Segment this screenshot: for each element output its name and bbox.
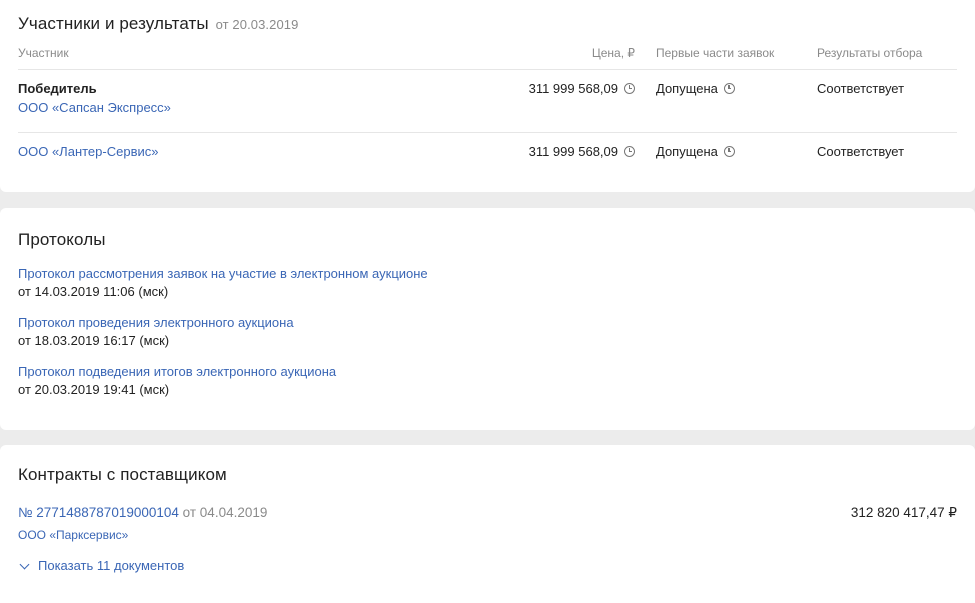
list-item: Протокол рассмотрения заявок на участие …: [18, 265, 957, 301]
protocol-date: от 18.03.2019 16:17 (мск): [18, 333, 170, 348]
price-value: 311 999 568,09: [528, 81, 618, 96]
clock-icon[interactable]: [624, 83, 635, 94]
contract-sum: 312 820 417,47 ₽: [850, 505, 957, 520]
header-results: Результаты отбора: [817, 46, 923, 60]
price-cell: 311 999 568,09: [529, 81, 635, 96]
clock-icon[interactable]: [624, 146, 635, 157]
show-documents-label: Показать 11 документов: [38, 558, 185, 573]
clock-icon[interactable]: [723, 146, 735, 157]
protocols-card: Протоколы Протокол рассмотрения заявок н…: [0, 208, 975, 430]
participant-link[interactable]: ООО «Сапсан Экспресс»: [18, 100, 171, 115]
participants-table-header: Участник Цена, ₽ Первые части заявок Рез…: [18, 46, 957, 70]
result-cell: Соответствует: [817, 144, 905, 159]
participant-cell: ООО «Лантер-Сервис»: [18, 144, 158, 159]
chevron-down-icon: [19, 559, 30, 569]
first-part-cell: Допущена: [656, 81, 735, 96]
participants-table: Участник Цена, ₽ Первые части заявок Рез…: [18, 46, 957, 188]
participants-title-text: Участники и результаты: [18, 14, 209, 33]
contracts-card: Контракты с поставщиком № 27714887870190…: [0, 445, 975, 603]
contracts-title: Контракты с поставщиком: [18, 465, 227, 484]
header-participant: Участник: [18, 46, 69, 60]
first-part-status: Допущена: [656, 81, 718, 96]
protocols-title: Протоколы: [18, 230, 106, 249]
protocols-list: Протокол рассмотрения заявок на участие …: [18, 265, 957, 399]
price-cell: 311 999 568,09: [529, 144, 635, 159]
first-part-status: Допущена: [656, 144, 718, 159]
header-first-parts: Первые части заявок: [656, 46, 775, 60]
contract-row: № 2771488787019000104 от 04.04.2019 312 …: [18, 505, 957, 525]
participants-date: от 20.03.2019: [215, 17, 299, 32]
participant-link[interactable]: ООО «Лантер-Сервис»: [18, 144, 158, 159]
header-price: Цена, ₽: [591, 46, 635, 60]
list-item: Протокол проведения электронного аукцион…: [18, 314, 957, 350]
protocol-date: от 20.03.2019 19:41 (мск): [18, 382, 170, 397]
participants-title: Участники и результаты от 20.03.2019: [18, 14, 957, 34]
show-documents-button[interactable]: Показать 11 документов: [18, 558, 957, 573]
participant-cell: Победитель ООО «Сапсан Экспресс»: [18, 81, 171, 115]
protocol-link[interactable]: Протокол проведения электронного аукцион…: [18, 314, 957, 332]
price-value: 311 999 568,09: [528, 144, 618, 159]
table-row: Победитель ООО «Сапсан Экспресс» 311 999…: [18, 70, 957, 133]
contract-date: от 04.04.2019: [182, 505, 268, 520]
list-item: Протокол подведения итогов электронного …: [18, 363, 957, 399]
contract-supplier-link[interactable]: ООО «Паркcервис»: [18, 528, 128, 542]
first-part-cell: Допущена: [656, 144, 735, 159]
participants-card: Участники и результаты от 20.03.2019 Уча…: [0, 0, 975, 192]
contract-number-link[interactable]: № 2771488787019000104: [18, 505, 179, 520]
winner-label: Победитель: [18, 81, 97, 96]
table-row: ООО «Лантер-Сервис» 311 999 568,09 Допущ…: [18, 133, 957, 188]
protocol-date: от 14.03.2019 11:06 (мск): [18, 284, 169, 299]
clock-icon[interactable]: [723, 83, 735, 94]
result-cell: Соответствует: [817, 81, 905, 96]
protocol-link[interactable]: Протокол рассмотрения заявок на участие …: [18, 265, 957, 283]
protocol-link[interactable]: Протокол подведения итогов электронного …: [18, 363, 957, 381]
